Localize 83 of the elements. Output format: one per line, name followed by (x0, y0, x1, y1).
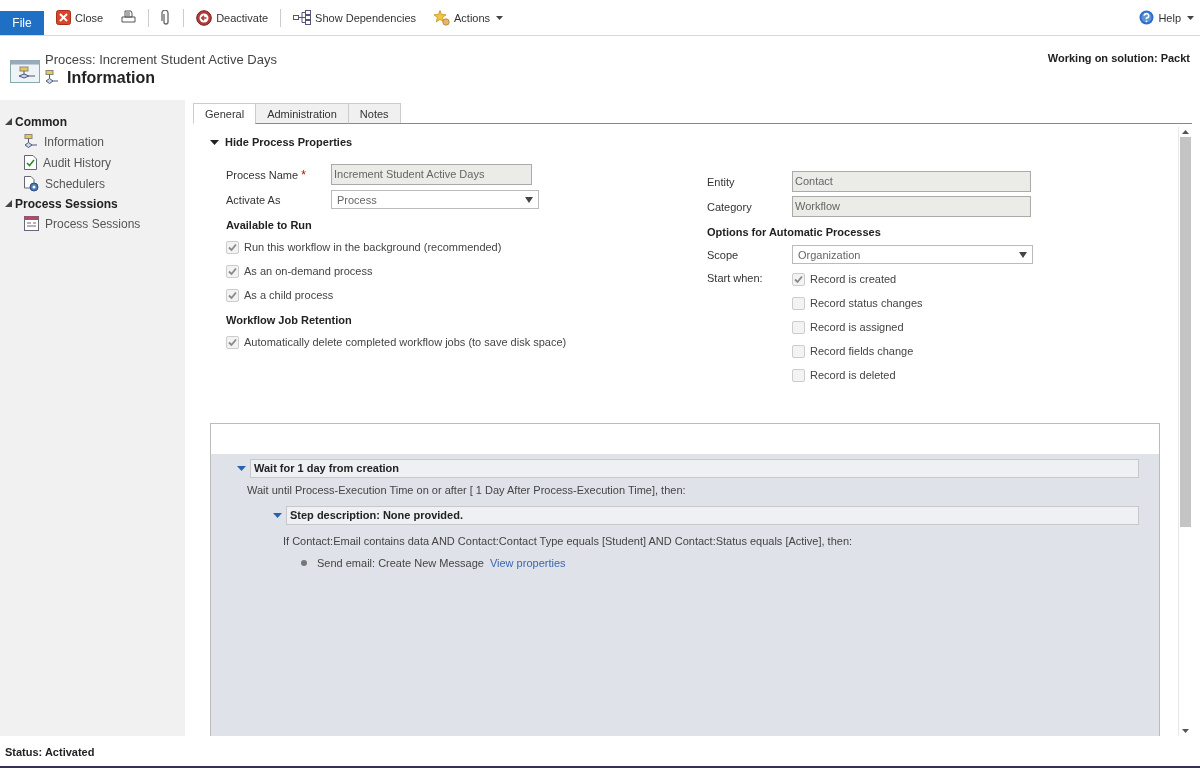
checkbox-label: As a child process (244, 289, 334, 301)
checkbox[interactable] (226, 264, 239, 278)
calendar-window-icon (24, 216, 39, 231)
category-field[interactable]: Workflow (792, 196, 1031, 217)
sidebar-group[interactable]: Common (15, 114, 67, 129)
process-name-field[interactable]: Increment Student Active Days (331, 164, 532, 185)
actions-button[interactable]: Actions (428, 9, 510, 26)
field-label: Category (707, 200, 753, 213)
view-properties-link[interactable]: View properties (489, 557, 566, 569)
step-condition: If Contact:Email contains data AND Contact:Contact Type equals [Student] AND Contact:Status equals [Active], then: (283, 535, 854, 549)
solution-label: Working on solution: Packt (1047, 52, 1190, 64)
page-title: Information (67, 69, 155, 87)
document-gear-icon (24, 175, 39, 192)
tab[interactable]: Administration (255, 103, 349, 124)
step-title[interactable]: Step description: None provided. (286, 506, 1139, 525)
bullet-icon (301, 560, 307, 566)
step-action: Send email: Create New Message (317, 557, 484, 569)
vertical-scrollbar[interactable] (1178, 127, 1192, 736)
dependency-tree-icon (293, 10, 312, 25)
field-label: Activate As (226, 193, 282, 206)
group-heading: Workflow Job Retention (226, 313, 353, 328)
status-bar-text: Status: Activated (0, 736, 1200, 768)
dropdown-arrow-icon (1019, 251, 1027, 258)
field-label: Start when: (707, 272, 764, 284)
activate-as-dropdown[interactable]: Process (331, 190, 539, 209)
checkbox-label: Record is assigned (810, 321, 904, 333)
entity-field[interactable]: Contact (792, 171, 1031, 192)
step-title[interactable]: Wait for 1 day from creation (250, 459, 1139, 478)
required-marker: * (301, 167, 306, 182)
group-heading: Options for Automatic Processes (707, 225, 882, 240)
checkbox-label: Record is created (810, 273, 897, 285)
scroll-up-icon[interactable] (1182, 130, 1189, 134)
sidebar-item[interactable]: Audit History (43, 155, 112, 170)
dropdown-arrow-icon (525, 196, 533, 203)
record-breadcrumb: Process: Increment Student Active Days (45, 52, 277, 67)
help-button[interactable]: Help (1133, 10, 1200, 25)
expand-arrow-icon[interactable] (5, 200, 12, 207)
process-form-icon (10, 60, 40, 86)
help-icon (1139, 10, 1155, 25)
caret-icon (1187, 15, 1194, 20)
checkbox-label: Record fields change (810, 345, 914, 357)
checked-document-icon (24, 155, 37, 170)
checkbox-label: As an on-demand process (244, 265, 373, 277)
sidebar-item[interactable]: Information (44, 134, 105, 149)
show-dependencies-button[interactable]: Show Dependencies (287, 10, 422, 25)
checkbox[interactable] (226, 288, 239, 302)
tab[interactable]: Notes (347, 103, 401, 124)
sidebar-group[interactable]: Process Sessions (15, 196, 118, 211)
process-icon (24, 133, 38, 150)
scroll-down-icon[interactable] (1182, 729, 1189, 733)
close-icon (56, 10, 71, 25)
print-icon (121, 10, 137, 25)
star-icon (434, 9, 450, 26)
close-button[interactable]: Close (50, 10, 110, 25)
collapse-arrow-icon[interactable] (210, 137, 219, 147)
checkbox-label: Run this workflow in the background (recommended) (244, 241, 502, 253)
checkbox[interactable] (792, 272, 805, 286)
paperclip-icon (161, 9, 172, 26)
step-condition: Wait until Process-Execution Time on or after [ 1 Day After Process-Execution Time], then: (247, 484, 687, 498)
checkbox[interactable] (226, 240, 239, 254)
caret-icon (496, 15, 504, 20)
field-label: Scope (707, 248, 740, 261)
checkbox[interactable] (792, 368, 805, 382)
back-arrow-circle-icon (196, 9, 213, 26)
sidebar-item[interactable]: Process Sessions (45, 216, 141, 231)
checkbox[interactable] (792, 344, 805, 358)
sidebar-item[interactable]: Schedulers (45, 176, 106, 191)
field-label: Process Name (226, 168, 299, 181)
checkbox-label: Automatically delete completed workflow jobs (to save disk space) (244, 336, 567, 348)
tab[interactable]: General (193, 103, 257, 124)
checkbox-label: Record status changes (810, 297, 923, 309)
scope-dropdown[interactable]: Organization (792, 245, 1033, 264)
deactivate-button[interactable]: Deactivate (190, 9, 275, 26)
checkbox[interactable] (226, 335, 239, 349)
field-label: Entity (707, 175, 736, 188)
expand-arrow-icon[interactable] (5, 118, 12, 125)
checkbox[interactable] (792, 320, 805, 334)
section-title[interactable]: Hide Process Properties (225, 136, 353, 148)
process-icon (45, 70, 59, 86)
group-heading: Available to Run (226, 218, 313, 233)
checkbox[interactable] (792, 296, 805, 310)
file-button[interactable]: File (0, 11, 44, 35)
checkbox-label: Record is deleted (810, 369, 896, 381)
